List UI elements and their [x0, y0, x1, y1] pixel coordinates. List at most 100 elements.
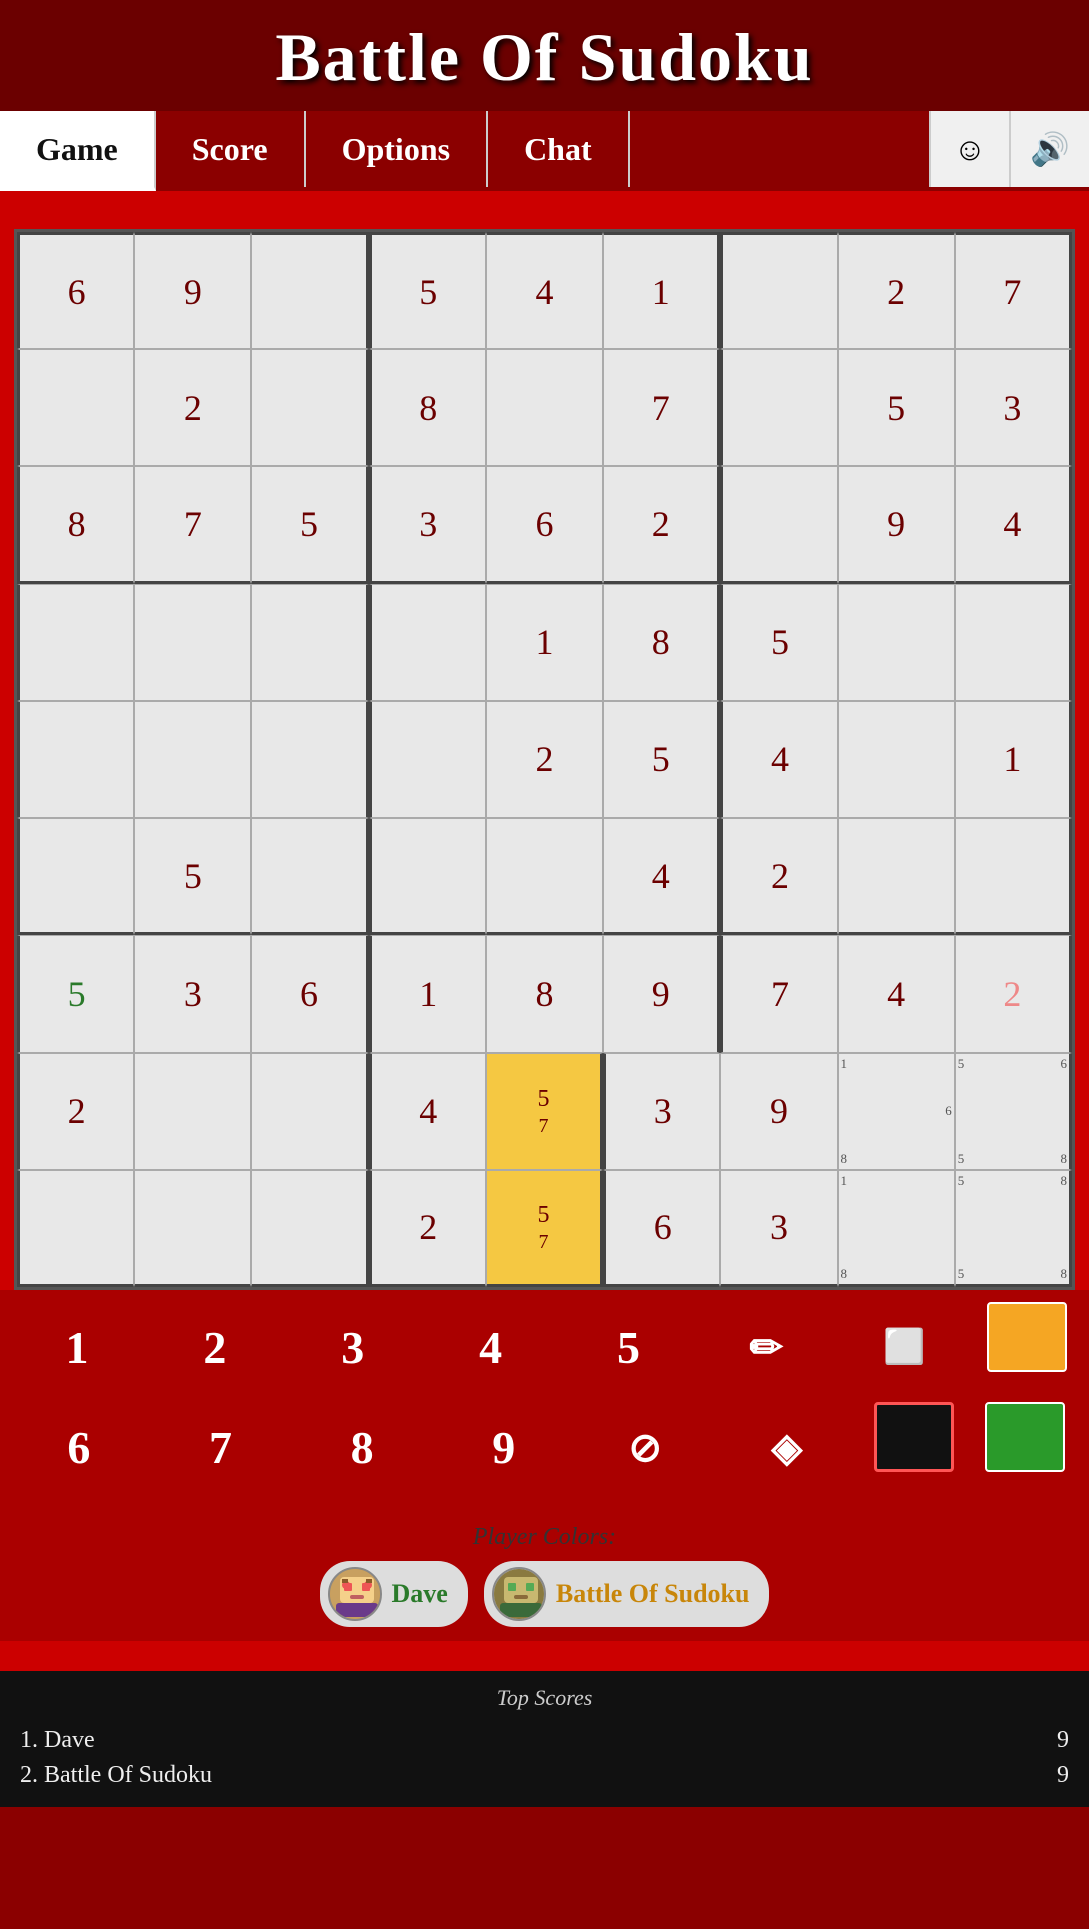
cell-8-7[interactable]: 1 8 — [838, 1170, 955, 1287]
cell-1-5[interactable]: 7 — [603, 349, 720, 466]
sudoku-grid[interactable]: 6 9 5 4 1 2 7 2 8 7 5 3 8 7 5 3 6 2 9 4 … — [14, 229, 1075, 1290]
cell-3-7[interactable] — [838, 584, 955, 701]
cell-0-8[interactable]: 7 — [955, 232, 1072, 349]
cell-3-8[interactable] — [955, 584, 1072, 701]
cell-7-2[interactable] — [251, 1053, 368, 1170]
cell-0-7[interactable]: 2 — [838, 232, 955, 349]
cell-3-6[interactable]: 5 — [720, 584, 837, 701]
cell-7-3[interactable]: 4 — [369, 1053, 486, 1170]
cell-1-7[interactable]: 5 — [838, 349, 955, 466]
cell-8-2[interactable] — [251, 1170, 368, 1287]
numpad-9[interactable]: 9 — [449, 1402, 559, 1492]
erase-button[interactable]: ⬜ — [849, 1302, 959, 1392]
cell-8-5[interactable]: 6 — [603, 1170, 720, 1287]
cell-2-7[interactable]: 9 — [838, 466, 955, 583]
color-green-button[interactable] — [985, 1402, 1065, 1472]
color-orange-button[interactable] — [987, 1302, 1067, 1372]
emoji-button[interactable]: ☺ — [929, 111, 1009, 187]
cell-3-5[interactable]: 8 — [603, 584, 720, 701]
cell-0-3[interactable]: 5 — [369, 232, 486, 349]
cell-7-4[interactable]: 5 7 — [486, 1053, 603, 1170]
cell-8-8[interactable]: 58 58 — [955, 1170, 1072, 1287]
cell-4-0[interactable] — [17, 701, 134, 818]
cell-8-0[interactable] — [17, 1170, 134, 1287]
cell-8-3[interactable]: 2 — [369, 1170, 486, 1287]
cell-7-7[interactable]: 1 6 8 — [838, 1053, 955, 1170]
numpad-4[interactable]: 4 — [436, 1302, 546, 1392]
cell-4-7[interactable] — [838, 701, 955, 818]
numpad-3[interactable]: 3 — [298, 1302, 408, 1392]
cell-0-2[interactable] — [251, 232, 368, 349]
cell-4-5[interactable]: 5 — [603, 701, 720, 818]
cell-6-0[interactable]: 5 — [17, 935, 134, 1052]
cell-4-2[interactable] — [251, 701, 368, 818]
cell-6-5[interactable]: 9 — [603, 935, 720, 1052]
cell-3-2[interactable] — [251, 584, 368, 701]
tab-chat[interactable]: Chat — [488, 111, 630, 187]
cell-2-2[interactable]: 5 — [251, 466, 368, 583]
cell-2-1[interactable]: 7 — [134, 466, 251, 583]
cell-8-1[interactable] — [134, 1170, 251, 1287]
cell-5-1[interactable]: 5 — [134, 818, 251, 935]
cell-1-4[interactable] — [486, 349, 603, 466]
numpad-6[interactable]: 6 — [24, 1402, 134, 1492]
numpad-8[interactable]: 8 — [307, 1402, 417, 1492]
cell-6-6[interactable]: 7 — [720, 935, 837, 1052]
cell-8-4[interactable]: 5 7 — [486, 1170, 603, 1287]
cell-5-8[interactable] — [955, 818, 1072, 935]
cell-2-0[interactable]: 8 — [17, 466, 134, 583]
numpad-2[interactable]: 2 — [160, 1302, 270, 1392]
cell-5-6[interactable]: 2 — [720, 818, 837, 935]
cell-2-6[interactable] — [720, 466, 837, 583]
cell-1-3[interactable]: 8 — [369, 349, 486, 466]
cell-6-2[interactable]: 6 — [251, 935, 368, 1052]
cell-6-7[interactable]: 4 — [838, 935, 955, 1052]
cell-5-5[interactable]: 4 — [603, 818, 720, 935]
tab-options[interactable]: Options — [306, 111, 488, 187]
cell-5-2[interactable] — [251, 818, 368, 935]
pencil-button[interactable]: ✏ — [711, 1302, 821, 1392]
cell-5-3[interactable] — [369, 818, 486, 935]
cell-2-5[interactable]: 2 — [603, 466, 720, 583]
cell-1-6[interactable] — [720, 349, 837, 466]
cell-3-0[interactable] — [17, 584, 134, 701]
color-black-button[interactable] — [874, 1402, 954, 1472]
cell-0-1[interactable]: 9 — [134, 232, 251, 349]
cell-3-3[interactable] — [369, 584, 486, 701]
cell-1-0[interactable] — [17, 349, 134, 466]
cell-2-3[interactable]: 3 — [369, 466, 486, 583]
no-entry-button[interactable]: ⊘ — [590, 1402, 700, 1492]
cell-3-1[interactable] — [134, 584, 251, 701]
tab-game[interactable]: Game — [0, 111, 156, 191]
numpad-5[interactable]: 5 — [573, 1302, 683, 1392]
cell-7-0[interactable]: 2 — [17, 1053, 134, 1170]
cell-6-3[interactable]: 1 — [369, 935, 486, 1052]
cell-0-4[interactable]: 4 — [486, 232, 603, 349]
cell-0-0[interactable]: 6 — [17, 232, 134, 349]
cell-6-1[interactable]: 3 — [134, 935, 251, 1052]
cell-7-6[interactable]: 9 — [720, 1053, 837, 1170]
cell-4-4[interactable]: 2 — [486, 701, 603, 818]
cell-7-5[interactable]: 3 — [603, 1053, 720, 1170]
cell-4-1[interactable] — [134, 701, 251, 818]
cell-4-8[interactable]: 1 — [955, 701, 1072, 818]
cell-2-4[interactable]: 6 — [486, 466, 603, 583]
numpad-7[interactable]: 7 — [165, 1402, 275, 1492]
tab-score[interactable]: Score — [156, 111, 306, 187]
cell-7-1[interactable] — [134, 1053, 251, 1170]
cell-4-3[interactable] — [369, 701, 486, 818]
cell-3-4[interactable]: 1 — [486, 584, 603, 701]
cell-5-7[interactable] — [838, 818, 955, 935]
cell-7-8[interactable]: 56 58 — [955, 1053, 1072, 1170]
cell-1-2[interactable] — [251, 349, 368, 466]
numpad-1[interactable]: 1 — [22, 1302, 132, 1392]
cell-2-8[interactable]: 4 — [955, 466, 1072, 583]
cell-1-8[interactable]: 3 — [955, 349, 1072, 466]
cell-5-0[interactable] — [17, 818, 134, 935]
cell-4-6[interactable]: 4 — [720, 701, 837, 818]
cell-0-6[interactable] — [720, 232, 837, 349]
cell-6-4[interactable]: 8 — [486, 935, 603, 1052]
sound-button[interactable]: 🔊 — [1009, 111, 1089, 187]
cell-6-8[interactable]: 2 — [955, 935, 1072, 1052]
fill-button[interactable]: ◈ — [732, 1402, 842, 1492]
